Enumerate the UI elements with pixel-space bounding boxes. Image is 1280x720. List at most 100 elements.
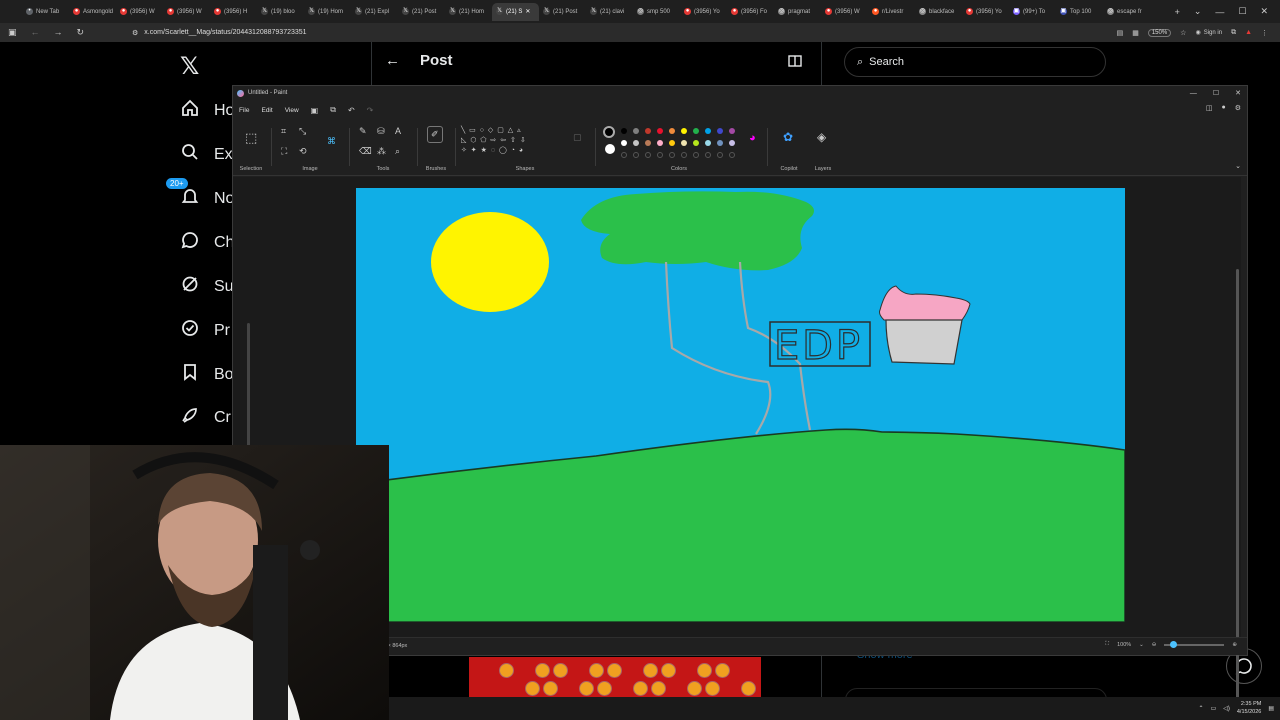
menu-view[interactable]: View <box>285 107 299 114</box>
palette-swatch[interactable] <box>669 140 675 146</box>
palette-swatch[interactable] <box>693 128 699 134</box>
paint-close-button[interactable]: ✕ <box>1235 89 1241 97</box>
zoom-slider[interactable] <box>1164 640 1225 648</box>
browser-tab[interactable]: 𝕏 (21) Post <box>539 3 586 21</box>
nav-item-bell[interactable]: 20+ No <box>166 178 234 211</box>
redo-icon[interactable]: ↷ <box>367 106 374 115</box>
custom-color-slot[interactable] <box>633 152 639 158</box>
search-input[interactable]: ⌕ Search <box>844 47 1106 77</box>
custom-color-slot[interactable] <box>729 152 735 158</box>
nav-item-home[interactable]: Ho <box>180 98 234 123</box>
browser-tab[interactable]: ▣ Top 100 <box>1056 3 1103 21</box>
browser-tab[interactable]: ● (3956) H <box>210 3 257 21</box>
crop-icon[interactable]: ⌗ <box>281 126 286 137</box>
notification-icon[interactable]: ▤ <box>1268 705 1274 712</box>
palette-swatch[interactable] <box>633 128 639 134</box>
zoom-select[interactable]: 100% <box>1117 642 1131 648</box>
nav-item-verified[interactable]: Pr <box>180 318 230 343</box>
palette-swatch[interactable] <box>729 140 735 146</box>
browser-tab[interactable]: 𝕏 (21) Post <box>398 3 445 21</box>
resize-icon[interactable]: ⤡ <box>299 126 306 137</box>
paint-maximize-button[interactable]: ☐ <box>1213 89 1219 97</box>
background-removal-icon[interactable]: ⌘ <box>327 136 336 147</box>
browser-tab[interactable]: 𝕏 (21) clavi <box>586 3 633 21</box>
palette-swatch[interactable] <box>705 140 711 146</box>
browser-tab[interactable]: 𝕏 (21) S ✕ <box>492 2 539 21</box>
x-logo-icon[interactable]: 𝕏 <box>180 52 199 81</box>
custom-color-slot[interactable] <box>621 152 627 158</box>
zoom-dropdown-icon[interactable]: ⌄ <box>1139 642 1144 648</box>
custom-color-slot[interactable] <box>717 152 723 158</box>
browser-tab[interactable]: 𝕏 (19) bloo <box>257 3 304 21</box>
network-icon[interactable]: ▭ <box>1211 705 1217 712</box>
browser-tab[interactable]: ◎ pragmat <box>774 3 821 21</box>
custom-color-slot[interactable] <box>669 152 675 158</box>
nav-item-bookmark[interactable]: Bo <box>180 362 234 387</box>
address-bar[interactable]: ⚙ x.com/Scarlett__Mag/status/20443120887… <box>132 29 1117 37</box>
palette-swatch[interactable] <box>681 140 687 146</box>
palette-swatch[interactable] <box>645 128 651 134</box>
tray-overflow-icon[interactable]: ⌃ <box>1199 705 1204 712</box>
browser-tab[interactable]: ● (3956) W <box>116 3 163 21</box>
fit-to-window-icon[interactable]: ⛶ <box>1105 641 1109 648</box>
browser-tab[interactable]: ◎ blackface <box>915 3 962 21</box>
edit-colors-icon[interactable]: ◕ <box>749 132 756 144</box>
nav-item-search[interactable]: Ex <box>180 142 233 167</box>
palette-swatch[interactable] <box>657 140 663 146</box>
nav-item-slash[interactable]: Su <box>180 274 234 299</box>
palette-swatch[interactable] <box>645 140 651 146</box>
zoom-out-icon[interactable]: ⊖ <box>1152 642 1157 648</box>
close-button[interactable]: ✕ <box>1260 6 1268 17</box>
palette-swatch[interactable] <box>657 128 663 134</box>
nav-item-rocket[interactable]: Cr <box>180 405 231 430</box>
palette-swatch[interactable] <box>717 128 723 134</box>
tab-close-icon[interactable]: ✕ <box>525 8 530 15</box>
tab-search-icon[interactable]: ⌄ <box>1194 6 1202 17</box>
settings-icon[interactable]: ⚙ <box>1235 104 1241 112</box>
custom-color-slot[interactable] <box>645 152 651 158</box>
back-arrow-icon[interactable]: ← <box>385 52 400 69</box>
custom-color-slot[interactable] <box>693 152 699 158</box>
forward-icon[interactable]: → <box>54 27 63 38</box>
image-tool-icon[interactable]: ⛶ <box>281 146 287 157</box>
reader-icon[interactable]: ▦ <box>1132 29 1139 37</box>
volume-icon[interactable]: ◁) <box>1223 705 1230 712</box>
browser-tab[interactable]: ● (3956) Yo <box>680 3 727 21</box>
back-icon[interactable]: ← <box>31 27 40 38</box>
magnifier-icon[interactable]: ⌕ <box>395 146 400 157</box>
browser-tab[interactable]: ▣ (99+) To <box>1009 3 1056 21</box>
palette-swatch[interactable] <box>621 128 627 134</box>
custom-color-slot[interactable] <box>681 152 687 158</box>
secondary-color-swatch[interactable] <box>605 144 615 154</box>
nav-item-chat[interactable]: Ch <box>180 230 234 255</box>
paint-minimize-button[interactable]: — <box>1190 90 1197 97</box>
browser-tab[interactable]: ● (3956) W <box>163 3 210 21</box>
new-tab-button[interactable]: + <box>1175 7 1180 17</box>
zoom-indicator[interactable]: 150% <box>1147 28 1172 37</box>
browser-tab[interactable]: • New Tab <box>22 3 69 21</box>
browser-tab[interactable]: 𝕏 (21) Expl <box>351 3 398 21</box>
primary-color-swatch[interactable] <box>603 126 615 138</box>
layers-icon[interactable]: ◈ <box>817 130 826 144</box>
browser-tab[interactable]: ● (3956) Yo <box>962 3 1009 21</box>
maximize-button[interactable]: ☐ <box>1238 6 1246 17</box>
browser-tab[interactable]: ◎ smp 500 <box>633 3 680 21</box>
browser-tab[interactable]: ● r/Livestr <box>868 3 915 21</box>
color-picker-icon[interactable]: ⁂ <box>377 146 386 157</box>
menu-icon[interactable]: ⋮ <box>1261 29 1268 37</box>
palette-swatch[interactable] <box>705 128 711 134</box>
text-icon[interactable]: A <box>395 126 401 136</box>
site-info-icon[interactable]: ⚙ <box>132 29 138 37</box>
palette-swatch[interactable] <box>621 140 627 146</box>
browser-tab[interactable]: ● (3956) Fo <box>727 3 774 21</box>
outline-icon[interactable]: ▢ <box>573 132 582 143</box>
menu-edit[interactable]: Edit <box>261 107 272 114</box>
palette-swatch[interactable] <box>729 128 735 134</box>
eraser-icon[interactable]: ⌫ <box>359 146 372 157</box>
reload-icon[interactable]: ↻ <box>77 27 85 38</box>
reader-mode-icon[interactable] <box>788 55 802 70</box>
copilot-icon[interactable]: ✿ <box>783 130 793 144</box>
install-icon[interactable]: ▤ <box>1117 29 1124 37</box>
browser-tab[interactable]: ● Asmongold <box>69 3 116 21</box>
browser-tab[interactable]: ◎ escape fr <box>1103 3 1150 21</box>
